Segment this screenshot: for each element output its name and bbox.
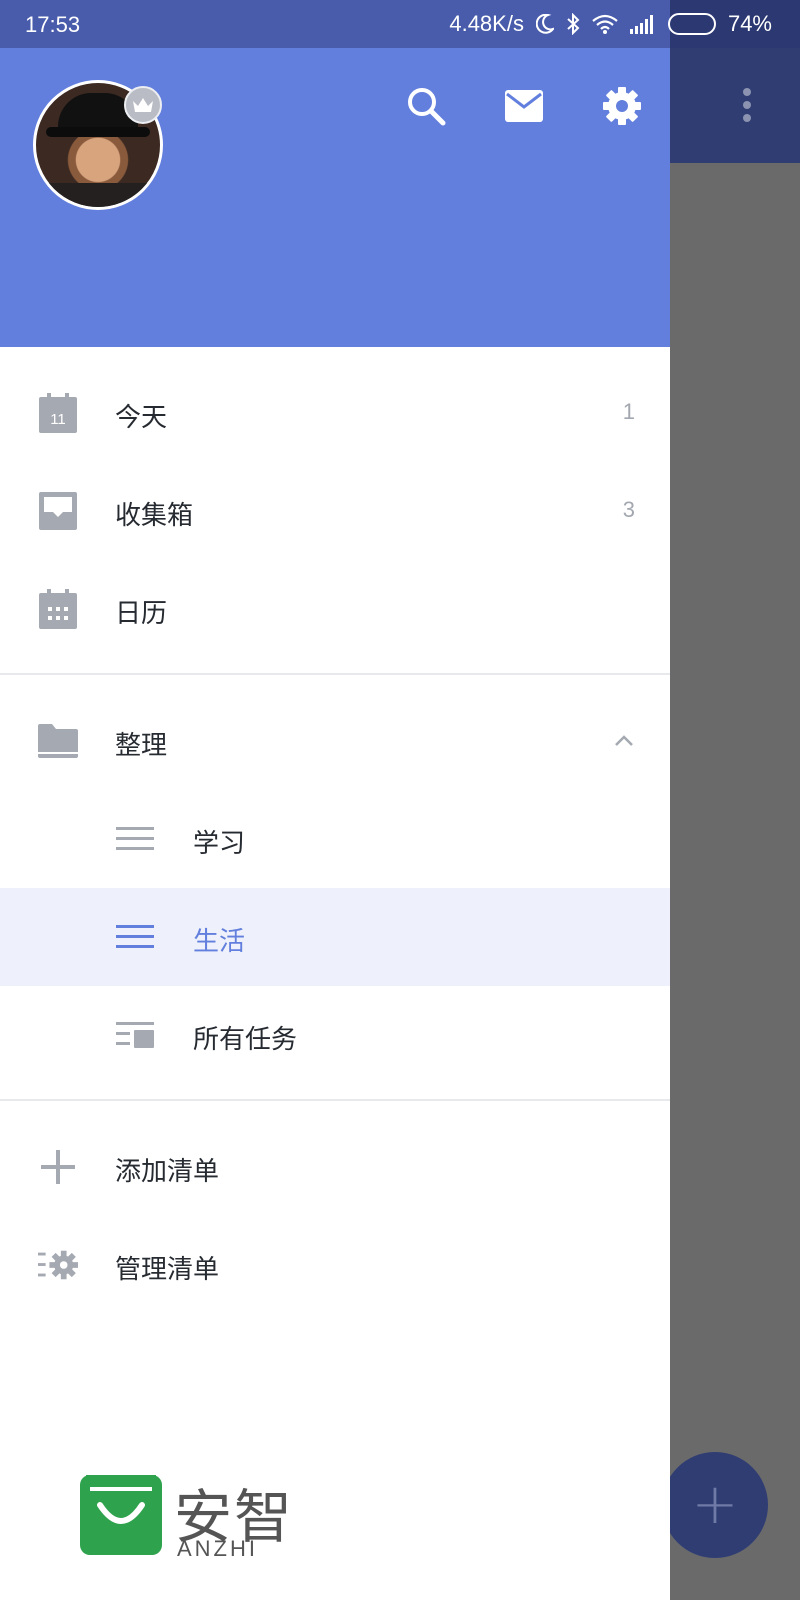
shopping-bag-icon: [80, 1475, 162, 1555]
divider: [0, 673, 670, 675]
list-settings-icon: [38, 1245, 78, 1285]
menu-item-label: 日历: [115, 599, 168, 629]
menu-item-today[interactable]: 11 今天 1: [0, 364, 670, 462]
plus-icon: [38, 1147, 78, 1187]
calendar-day-icon: 11: [38, 393, 78, 433]
navigation-drawer: 11 今天 1 收集箱 3 日历 整理 学习 生活 所有任务 添加清单 管理清单…: [0, 0, 670, 1600]
menu-item-label: 整理: [115, 731, 168, 761]
task-count: 1: [622, 399, 635, 424]
crown-icon: [124, 86, 162, 124]
menu-item-label: 学习: [193, 829, 246, 859]
status-indicators: 4.48K/s 74%: [449, 11, 772, 37]
search-icon[interactable]: [404, 84, 448, 128]
mail-icon[interactable]: [502, 84, 546, 128]
status-time: 17:53: [25, 12, 81, 37]
add-list-button[interactable]: 添加清单: [0, 1118, 670, 1216]
svg-text:11: 11: [50, 411, 66, 428]
menu-item-label: 收集箱: [115, 501, 194, 531]
list-item-all-tasks[interactable]: 所有任务: [0, 986, 670, 1084]
menu-item-label: 所有任务: [193, 1025, 298, 1055]
list-lines-icon: [115, 917, 155, 957]
folder-icon: [38, 721, 78, 761]
logo-text-en: ANZHI: [177, 1536, 258, 1561]
calendar-icon: [38, 589, 78, 629]
folder-organize[interactable]: 整理: [0, 692, 670, 790]
list-lines-icon: [115, 819, 155, 859]
add-task-fab[interactable]: +: [662, 1452, 768, 1558]
moon-icon: [535, 14, 554, 34]
menu-item-calendar[interactable]: 日历: [0, 560, 670, 658]
menu-item-label: 今天: [115, 403, 168, 433]
all-tasks-icon: [115, 1015, 155, 1055]
status-bar: 17:53 4.48K/s 74%: [0, 0, 800, 48]
inbox-icon: [38, 491, 78, 531]
drawer-header: [0, 0, 670, 347]
task-count: 3: [622, 497, 635, 522]
menu-item-label: 生活: [193, 927, 246, 957]
bluetooth-icon: [566, 13, 580, 35]
list-item-life[interactable]: 生活: [0, 888, 670, 986]
menu-item-label: 管理清单: [115, 1255, 220, 1285]
anzhi-logo: 安智 ANZHI: [80, 1470, 310, 1561]
menu-item-inbox[interactable]: 收集箱 3: [0, 462, 670, 560]
divider: [0, 1099, 670, 1101]
wifi-icon: [592, 14, 618, 34]
battery-icon: [667, 13, 716, 35]
manage-lists-button[interactable]: 管理清单: [0, 1216, 670, 1314]
more-vert-icon[interactable]: [740, 88, 754, 124]
list-item-study[interactable]: 学习: [0, 790, 670, 888]
battery-percent: 74%: [727, 11, 772, 36]
network-speed: 4.48K/s: [449, 11, 524, 36]
chevron-up-icon[interactable]: [610, 727, 638, 755]
signal-icon: [629, 14, 656, 34]
menu-item-label: 添加清单: [115, 1157, 220, 1187]
gear-icon[interactable]: [600, 84, 644, 128]
